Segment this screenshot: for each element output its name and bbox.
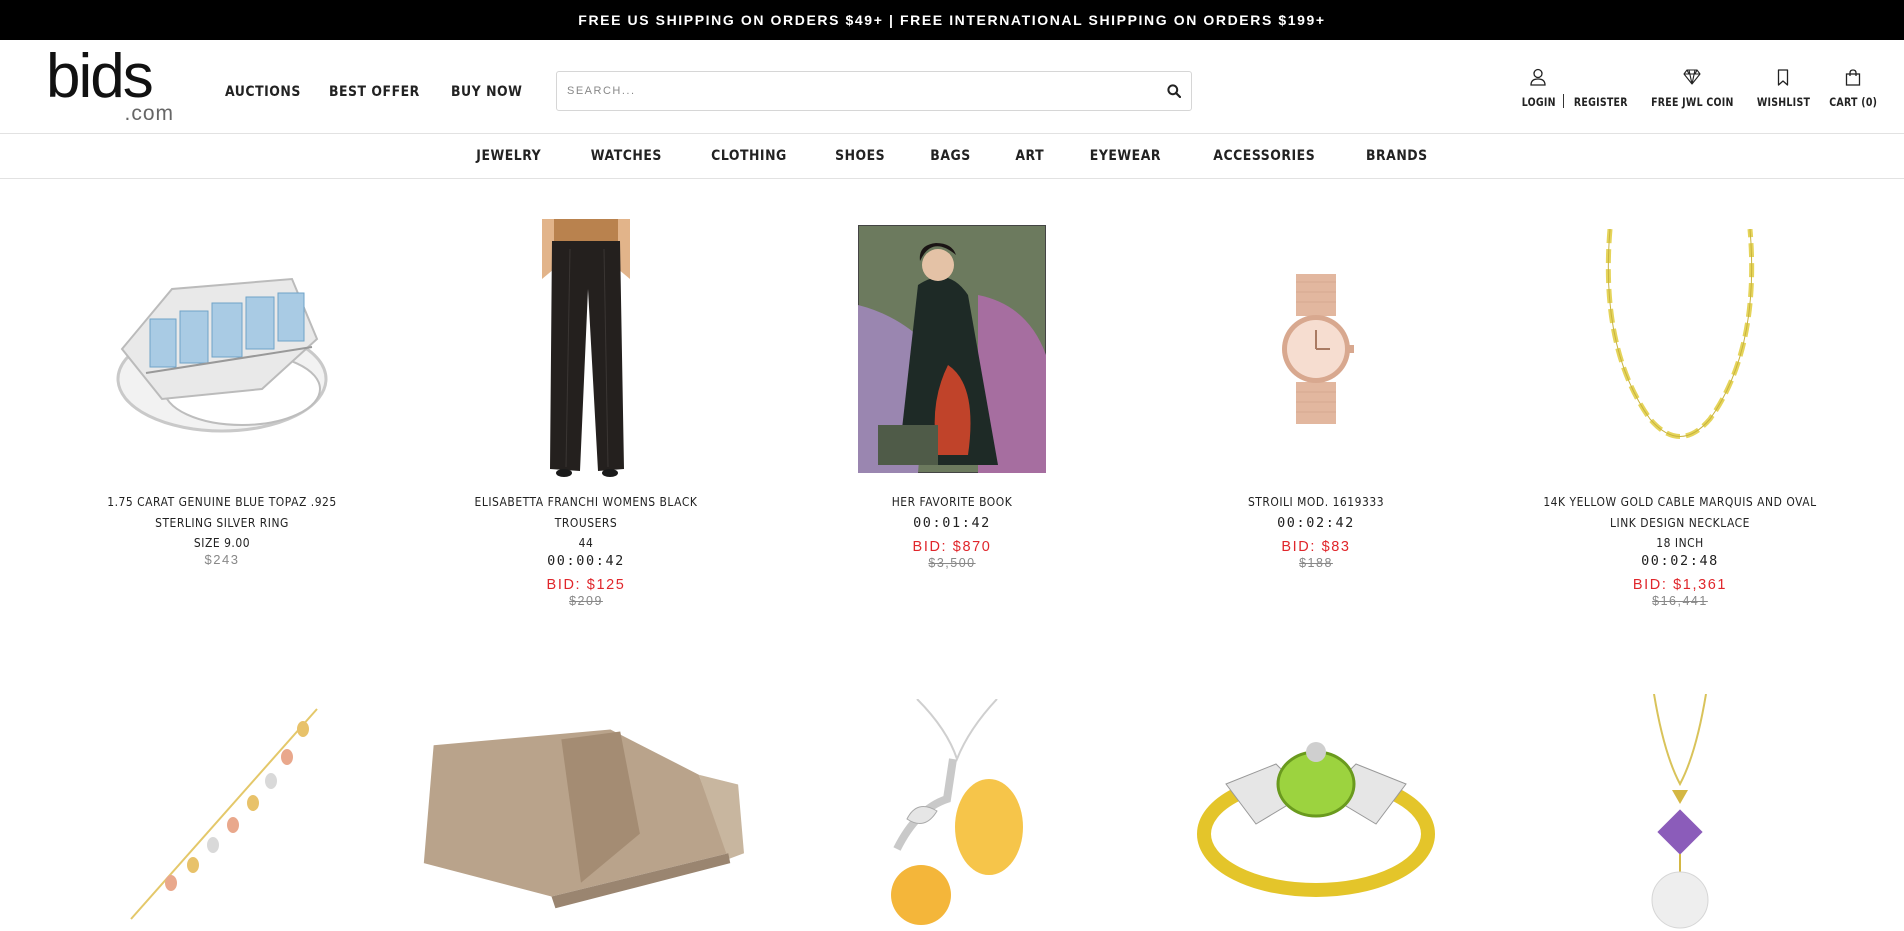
product-card[interactable]: ELISABETTA FRANCHI WOMENS BLACK TROUSERS… [421,219,751,608]
current-bid: BID: $83 [1281,539,1351,555]
category-shoes[interactable]: SHOES [835,148,885,164]
category-accessories[interactable]: ACCESSORIES [1213,148,1315,164]
product-image[interactable] [1515,219,1845,479]
product-card[interactable] [787,684,1117,931]
nav-best-offer[interactable]: BEST OFFER [329,84,420,100]
auction-timer: 00:02:48 [1641,553,1719,569]
diamond-icon [1683,69,1701,85]
search-bar [556,71,1192,111]
product-image[interactable] [1151,219,1481,479]
product-title[interactable]: STROILI MOD. 1619333 [1174,491,1458,512]
register-link[interactable]: REGISTER [1568,66,1634,109]
wishlist-link[interactable]: WISHLIST [1751,66,1816,109]
necklace-icon [1605,229,1755,439]
current-bid: BID: $125 [546,577,626,593]
product-image[interactable] [1151,684,1481,931]
nav-auctions[interactable]: AUCTIONS [225,84,301,100]
retail-price: $16,441 [1652,594,1708,608]
category-clothing[interactable]: CLOTHING [711,148,787,164]
category-brands[interactable]: BRANDS [1366,148,1428,164]
login-link[interactable]: LOGIN [1518,66,1560,109]
pendant-icon [1651,694,1709,929]
auction-timer: 00:01:42 [913,515,991,531]
shipping-banner: FREE US SHIPPING ON ORDERS $49+ | FREE I… [0,0,1904,40]
product-size: 44 [578,535,594,550]
logo-domain: .com [124,102,174,125]
product-size: 18 INCH [1656,535,1704,550]
retail-price: $3,500 [928,556,976,570]
user-icon [1530,68,1546,86]
search-button[interactable] [1157,72,1191,110]
site-logo[interactable]: bids .com [46,46,176,128]
login-label: LOGIN [1521,95,1556,109]
blanket-icon [423,729,744,909]
product-card[interactable] [1515,684,1845,931]
ring-icon [1197,742,1435,897]
register-label: REGISTER [1574,95,1628,109]
product-title[interactable]: 1.75 CARAT GENUINE BLUE TOPAZ .925 STERL… [80,491,364,533]
product-card[interactable]: HER FAVORITE BOOK 00:01:42 BID: $870 $3,… [787,219,1117,570]
product-image[interactable] [414,684,744,931]
free-jwl-coin-label: FREE JWL COIN [1650,95,1734,109]
search-icon [1167,84,1181,98]
trousers-icon [542,219,630,477]
watch-icon [1282,274,1354,424]
main-nav: AUCTIONS BEST OFFER BUY NOW [225,84,534,100]
product-image[interactable] [787,684,1117,931]
ring-icon [116,277,328,433]
product-image[interactable] [421,219,751,479]
nav-buy-now[interactable]: BUY NOW [451,84,522,100]
product-size: SIZE 9.00 [193,535,251,550]
category-eyewear[interactable]: EYEWEAR [1090,148,1161,164]
user-nav: LOGIN REGISTER FREE JWL COIN WISHLIST CA… [1518,66,1882,109]
product-image[interactable] [787,219,1117,479]
product-card[interactable] [414,684,744,931]
current-bid: BID: $870 [912,539,992,555]
product-title[interactable]: 14K YELLOW GOLD CABLE MARQUIS AND OVAL L… [1538,491,1822,533]
retail-price: $209 [569,594,603,608]
cart-label: CART (0) [1828,95,1877,109]
category-bags[interactable]: BAGS [931,148,971,164]
site-header: bids .com AUCTIONS BEST OFFER BUY NOW LO… [0,40,1904,134]
shipping-banner-text: FREE US SHIPPING ON ORDERS $49+ | FREE I… [578,12,1326,28]
product-price: $243 [204,552,240,567]
product-card[interactable]: 1.75 CARAT GENUINE BLUE TOPAZ .925 STERL… [57,219,387,567]
category-watches[interactable]: WATCHES [590,148,661,164]
category-nav: JEWELRY WATCHES CLOTHING SHOES BAGS ART … [0,134,1904,179]
shopping-bag-icon [1845,68,1860,86]
product-image[interactable] [57,219,387,479]
product-image[interactable] [57,684,387,931]
free-jwl-coin-link[interactable]: FREE JWL COIN [1642,66,1743,109]
product-card[interactable] [57,684,387,931]
product-card[interactable]: STROILI MOD. 1619333 00:02:42 BID: $83 $… [1151,219,1481,570]
painting-icon [858,225,1046,473]
retail-price: $188 [1299,556,1333,570]
current-bid: BID: $1,361 [1632,577,1728,593]
search-input[interactable] [557,72,1157,110]
bookmark-icon [1777,68,1789,86]
cart-link[interactable]: CART (0) [1824,66,1882,109]
auction-timer: 00:02:42 [1277,515,1355,531]
product-card[interactable] [1151,684,1481,931]
product-image[interactable] [1515,684,1845,931]
product-title[interactable]: HER FAVORITE BOOK [810,491,1094,512]
nav-divider [1563,94,1565,108]
pendant-icon [891,699,1023,925]
logo-wordmark: bids [46,42,154,111]
product-card[interactable]: 14K YELLOW GOLD CABLE MARQUIS AND OVAL L… [1515,219,1845,608]
auction-timer: 00:00:42 [547,553,625,569]
category-art[interactable]: ART [1015,148,1044,164]
product-title[interactable]: ELISABETTA FRANCHI WOMENS BLACK TROUSERS [444,491,728,533]
category-jewelry[interactable]: JEWELRY [476,148,541,164]
bracelet-icon [130,708,318,920]
wishlist-label: WISHLIST [1756,95,1810,109]
